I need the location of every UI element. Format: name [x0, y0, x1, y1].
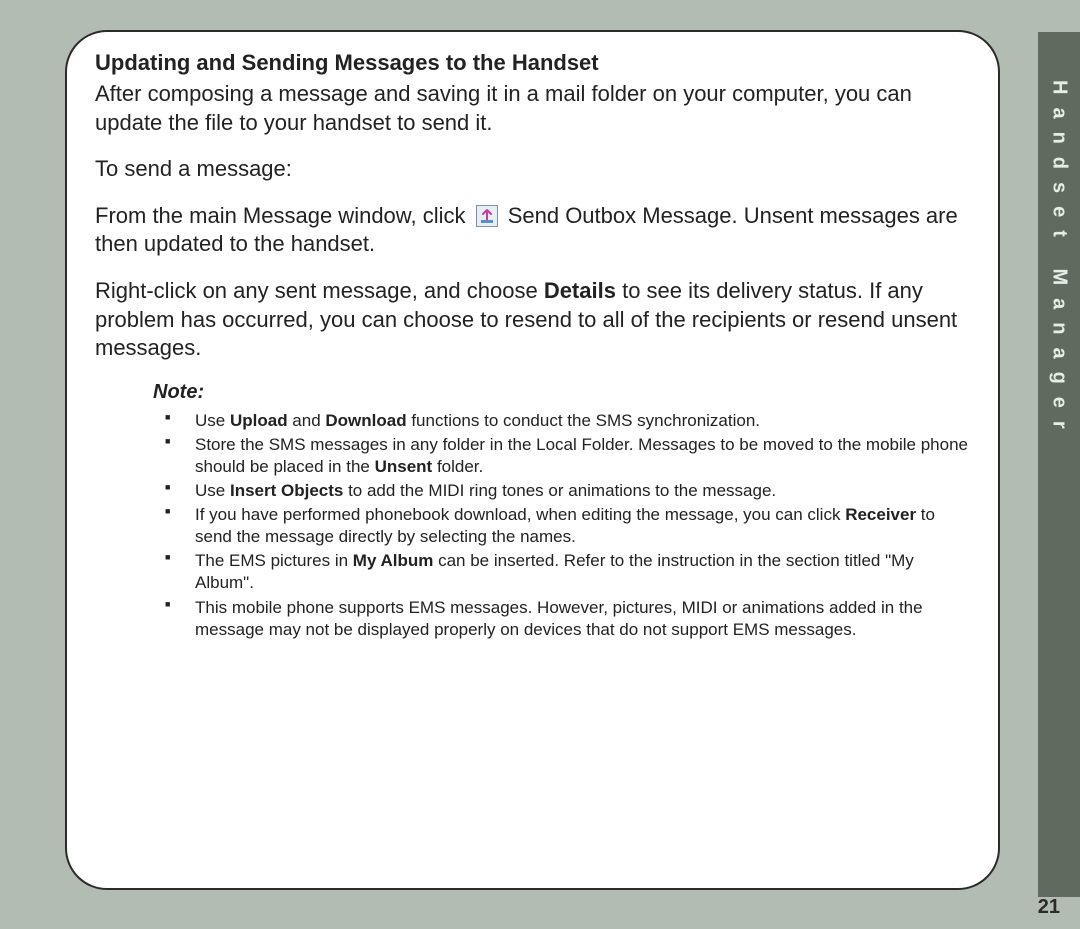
- paragraph-details: Right-click on any sent message, and cho…: [95, 277, 970, 363]
- text-fragment: Store the SMS messages in any folder in …: [195, 435, 968, 476]
- list-item: Use Upload and Download functions to con…: [189, 410, 970, 432]
- text-bold-insert: Insert Objects: [230, 481, 343, 500]
- text-fragment: to add the MIDI ring tones or animations…: [343, 481, 776, 500]
- text-bold-myalbum: My Album: [353, 551, 434, 570]
- text-fragment: and: [288, 411, 326, 430]
- list-item: If you have performed phonebook download…: [189, 504, 970, 548]
- list-item: Use Insert Objects to add the MIDI ring …: [189, 480, 970, 502]
- text-fragment: The EMS pictures in: [195, 551, 353, 570]
- send-outbox-icon: [476, 205, 498, 227]
- note-label: Note:: [153, 381, 970, 404]
- text-bold-unsent: Unsent: [375, 457, 433, 476]
- text-fragment: functions to conduct the SMS synchroniza…: [407, 411, 760, 430]
- section-heading: Updating and Sending Messages to the Han…: [95, 50, 970, 76]
- section-tab: Handset Manager: [1038, 32, 1080, 897]
- content-panel: Updating and Sending Messages to the Han…: [65, 30, 1000, 890]
- text-fragment: Use: [195, 481, 230, 500]
- text-bold-upload: Upload: [230, 411, 288, 430]
- paragraph-intro: After composing a message and saving it …: [95, 80, 970, 137]
- paragraph-send-outbox: From the main Message window, click Send…: [95, 202, 970, 259]
- section-tab-label: Handset Manager: [1048, 80, 1071, 442]
- text-bold-details: Details: [544, 278, 616, 303]
- paragraph-tosend: To send a message:: [95, 155, 970, 184]
- text-fragment: If you have performed phonebook download…: [195, 505, 845, 524]
- list-item: The EMS pictures in My Album can be inse…: [189, 550, 970, 594]
- text-bold-receiver: Receiver: [845, 505, 916, 524]
- text-fragment: Use: [195, 411, 230, 430]
- text-fragment: This mobile phone supports EMS messages.…: [195, 598, 923, 639]
- list-item: Store the SMS messages in any folder in …: [189, 434, 970, 478]
- page-number: 21: [1038, 896, 1060, 919]
- note-list: Use Upload and Download functions to con…: [153, 410, 970, 641]
- text-fragment: From the main Message window, click: [95, 203, 472, 228]
- text-fragment: Right-click on any sent message, and cho…: [95, 278, 544, 303]
- note-block: Note: Use Upload and Download functions …: [153, 381, 970, 641]
- text-bold-download: Download: [325, 411, 406, 430]
- text-fragment: folder.: [432, 457, 483, 476]
- list-item: This mobile phone supports EMS messages.…: [189, 597, 970, 641]
